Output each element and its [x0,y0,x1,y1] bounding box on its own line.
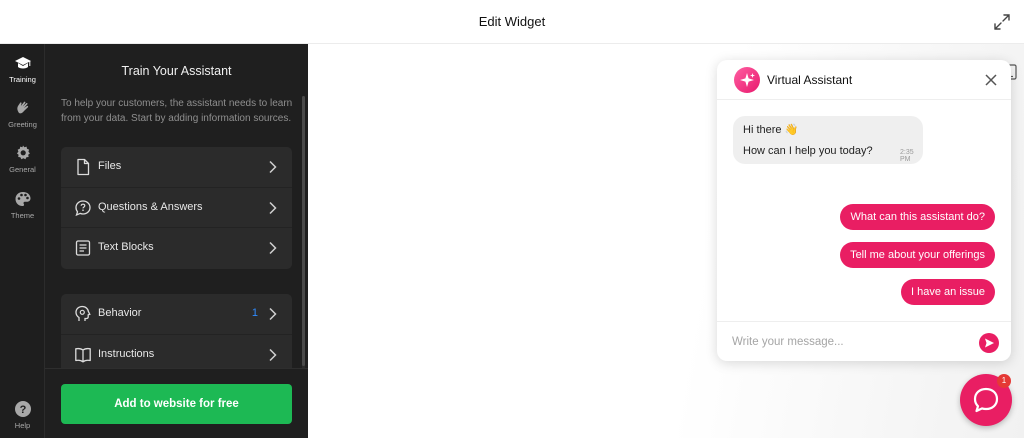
palette-icon [15,192,30,206]
waving-hand-icon [16,101,28,114]
settings-row-behavior[interactable]: Behavior 1 [61,294,292,335]
quick-reply-button[interactable]: Tell me about your offerings [840,242,995,268]
chat-window: Virtual Assistant Hi there 👋 How can I h… [717,60,1011,361]
expand-icon[interactable] [992,12,1012,32]
rail-item-general[interactable]: General [0,144,45,174]
chevron-right-icon [269,201,277,214]
chevron-right-icon [269,307,277,321]
source-label: Files [98,160,122,172]
rail-item-greeting[interactable]: Greeting [0,99,45,129]
panel-description: To help your customers, the assistant ne… [61,98,293,124]
send-icon [985,338,994,348]
left-rail: Training Greeting General Theme ? Help [0,44,45,438]
top-bar: Edit Widget [0,0,1024,44]
greeting-message: Hi there 👋 How can I help you today? 2:3… [733,116,923,164]
file-icon [77,158,90,176]
source-label: Questions & Answers [98,200,203,213]
head-gear-icon [75,305,91,321]
rail-item-label: Help [14,421,31,430]
chat-header: Virtual Assistant [717,60,1011,100]
settings-label: Behavior [98,307,142,319]
greeting-line-1: Hi there 👋 [743,124,799,136]
greeting-line-2: How can I help you today? [743,145,873,157]
close-icon[interactable] [983,72,999,88]
panel-title: Train Your Assistant [121,64,232,78]
chevron-right-icon [269,241,277,255]
assistant-name: Virtual Assistant [767,73,853,87]
panel-footer: Add to website for free [45,368,308,438]
behavior-count-badge: 1 [251,307,258,319]
source-label: Text Blocks [98,241,154,253]
source-row-text-blocks[interactable]: Text Blocks [61,228,292,269]
rail-item-label: Theme [10,211,35,220]
rail-item-label: Greeting [8,120,37,129]
sources-group: Files Questions & Answers Text Blocks [61,147,292,269]
quick-reply-button[interactable]: I have an issue [901,279,995,305]
panel-scrollbar-thumb[interactable] [302,96,305,366]
quick-reply-button[interactable]: What can this assistant do? [840,204,995,230]
assistant-avatar [734,67,760,93]
rail-item-help[interactable]: ? Help [0,400,45,430]
rail-item-label: Training [9,75,36,84]
settings-group: Behavior 1 Instructions [61,294,292,375]
rail-item-label: General [9,165,36,174]
unread-count-badge: 1 [997,374,1011,388]
settings-label: Instructions [98,347,155,360]
source-row-questions-answers[interactable]: Questions & Answers [61,188,292,228]
add-to-website-button[interactable]: Add to website for free [61,384,292,424]
text-block-icon [75,240,91,256]
rail-item-theme[interactable]: Theme [0,190,45,220]
message-composer [717,321,1011,361]
rail-item-training[interactable]: Training [0,54,45,84]
page-title: Edit Widget [478,14,546,29]
gear-icon [16,145,30,160]
graduation-cap-icon [14,57,31,69]
message-input[interactable] [732,333,962,351]
book-icon [75,347,91,362]
send-button[interactable] [979,333,999,353]
question-circle-icon: ? [14,401,31,417]
question-bubble-icon [75,199,91,216]
message-timestamp: 2:35 PM [900,149,914,163]
chevron-right-icon [269,160,277,174]
svg-text:?: ? [19,404,26,416]
chevron-right-icon [269,348,277,361]
app-frame: Edit Widget Training Greeting General Th… [0,0,1024,438]
source-row-files[interactable]: Files [61,147,292,188]
sparkle-icon [740,73,755,87]
